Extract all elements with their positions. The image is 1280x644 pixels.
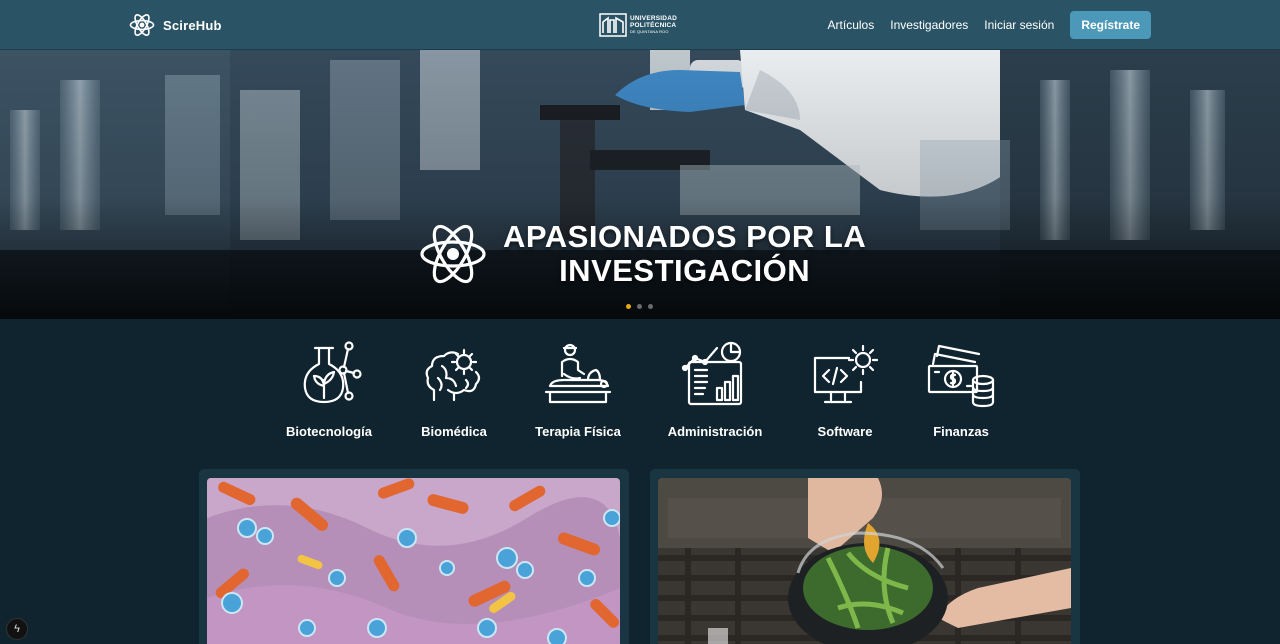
article-image-bacteria — [207, 478, 620, 644]
nav-link-iniciar-sesion[interactable]: Iniciar sesión — [984, 18, 1054, 32]
top-navbar: ScireHub UNIVERSIDAD POLITÉCNICA DE QUIN… — [0, 0, 1280, 50]
category-finanzas[interactable]: Finanzas — [924, 340, 998, 439]
university-logo-line2: POLITÉCNICA — [630, 22, 677, 29]
report-chart-icon — [681, 341, 743, 406]
hero-title-line1: APASIONADOS POR LA — [503, 219, 867, 254]
hero-caption: APASIONADOS POR LA INVESTIGACIÓN — [419, 216, 866, 292]
category-biotecnologia[interactable]: Biotecnología — [284, 340, 374, 439]
brand-link[interactable]: ScireHub — [129, 11, 222, 39]
hero-carousel[interactable]: APASIONADOS POR LA INVESTIGACIÓN — [0, 50, 1280, 319]
article-image-compost — [658, 478, 1071, 644]
flask-plant-icon — [303, 341, 362, 404]
university-logo: UNIVERSIDAD POLITÉCNICA DE QUINTANA ROO — [599, 12, 681, 38]
brain-gear-icon — [425, 348, 481, 402]
carousel-dot-3[interactable] — [648, 304, 653, 309]
carousel-dot-2[interactable] — [637, 304, 642, 309]
atom-logo-icon — [129, 14, 155, 36]
category-label: Terapia Física — [535, 424, 621, 439]
university-logo-line1: UNIVERSIDAD — [630, 15, 677, 22]
category-administracion[interactable]: Administración — [666, 340, 764, 439]
category-label: Software — [817, 424, 873, 439]
nav-links: Artículos Investigadores Iniciar sesión … — [828, 11, 1151, 39]
monitor-code-gear-icon — [813, 344, 879, 404]
category-label: Biomédica — [421, 424, 487, 439]
category-label: Administración — [667, 424, 763, 439]
university-building-icon — [599, 13, 627, 37]
hero-title-line2: INVESTIGACIÓN — [559, 253, 811, 288]
nav-link-articulos[interactable]: Artículos — [828, 18, 875, 32]
dev-tools-badge[interactable]: ϟ — [6, 618, 28, 640]
money-coins-icon — [927, 344, 995, 408]
category-label: Finanzas — [933, 424, 989, 439]
atom-icon — [420, 224, 486, 284]
category-biomedica[interactable]: Biomédica — [410, 340, 498, 439]
category-terapia-fisica[interactable]: Terapia Física — [530, 340, 626, 439]
register-button[interactable]: Regístrate — [1070, 11, 1151, 39]
hero-title: APASIONADOS POR LA INVESTIGACIÓN — [503, 220, 866, 288]
therapy-icon — [544, 343, 612, 404]
university-logo-line3: DE QUINTANA ROO — [630, 29, 669, 34]
carousel-dot-1[interactable] — [626, 304, 631, 309]
article-card[interactable] — [199, 469, 629, 644]
nav-link-investigadores[interactable]: Investigadores — [890, 18, 968, 32]
carousel-indicators — [626, 304, 653, 309]
lightning-icon: ϟ — [14, 623, 20, 635]
category-label: Biotecnología — [286, 424, 372, 439]
category-list: Biotecnología Biomédica Terapia Física A… — [0, 340, 1280, 450]
brand-name: ScireHub — [163, 17, 222, 33]
category-software[interactable]: Software — [808, 340, 882, 439]
article-card[interactable] — [650, 469, 1080, 644]
